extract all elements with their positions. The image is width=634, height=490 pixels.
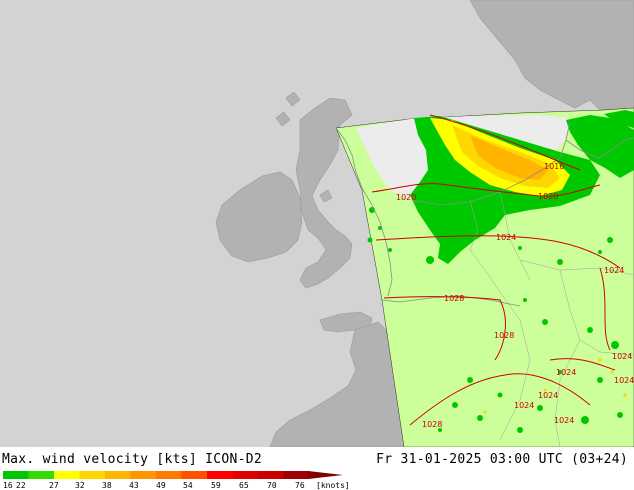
legend-tick-label: 16 xyxy=(3,481,13,490)
legend-swatch xyxy=(156,471,182,479)
legend-overflow-arrow xyxy=(308,471,343,479)
legend-swatch xyxy=(283,471,310,479)
legend-tick-label: 32 xyxy=(75,481,85,490)
isobar-label: 1024 xyxy=(604,266,624,275)
isobar-label: 1024 xyxy=(554,416,574,425)
isobar-label: 1024 xyxy=(514,401,534,410)
legend-tick-label: 76 xyxy=(295,481,305,490)
legend-swatch xyxy=(181,471,208,479)
isobar-label: 1024 xyxy=(556,368,576,377)
isobar-label: 1024 xyxy=(496,233,516,242)
legend-swatch xyxy=(207,471,233,479)
isobar-label: 1016 xyxy=(544,162,564,171)
legend-swatch xyxy=(79,471,106,479)
legend-swatch xyxy=(3,471,29,479)
legend-swatch xyxy=(130,471,157,479)
map-canvas: 1016 1020 1020 1024 1024 1028 1028 1024 … xyxy=(0,0,634,448)
legend-tick-label: 38 xyxy=(102,481,112,490)
isobar-label: 1028 xyxy=(444,294,464,303)
legend-swatch xyxy=(105,471,131,479)
legend-swatch xyxy=(232,471,259,479)
legend-tick-label: 65 xyxy=(239,481,249,490)
legend-tick-label: 22 xyxy=(16,481,26,490)
product-title: Max. wind velocity [kts] ICON-D2 xyxy=(2,452,263,467)
isobar-label: 1020 xyxy=(538,192,558,201)
isobar-label: 1024 xyxy=(612,352,632,361)
wind-speed-legend: 16 22 27 32 38 43 49 54 59 65 70 76 [knots] xyxy=(3,471,348,490)
legend-tick-label: [knots] xyxy=(316,481,348,490)
legend-swatch xyxy=(28,471,55,479)
legend-tick-label: 43 xyxy=(129,481,139,490)
legend-swatch xyxy=(54,471,80,479)
isobar-label: 1024 xyxy=(614,376,634,385)
valid-time: Fr 31-01-2025 03:00 UTC (03+24) xyxy=(376,452,628,467)
legend-swatch xyxy=(258,471,284,479)
legend-tick-label: 54 xyxy=(183,481,193,490)
legend-tick-label: 59 xyxy=(211,481,221,490)
legend-tick-label: 27 xyxy=(49,481,59,490)
legend-tick-label: 49 xyxy=(156,481,166,490)
map-footer: Max. wind velocity [kts] ICON-D2 Fr 31-0… xyxy=(0,447,634,490)
legend-tick-label: 70 xyxy=(267,481,277,490)
isobar-label: 1028 xyxy=(494,331,514,340)
isobar-label: 1028 xyxy=(422,420,442,429)
isobar-label: 1024 xyxy=(538,391,558,400)
wind-map: 1016 1020 1020 1024 1024 1028 1028 1024 … xyxy=(0,0,634,448)
isobar-label: 1020 xyxy=(396,193,416,202)
